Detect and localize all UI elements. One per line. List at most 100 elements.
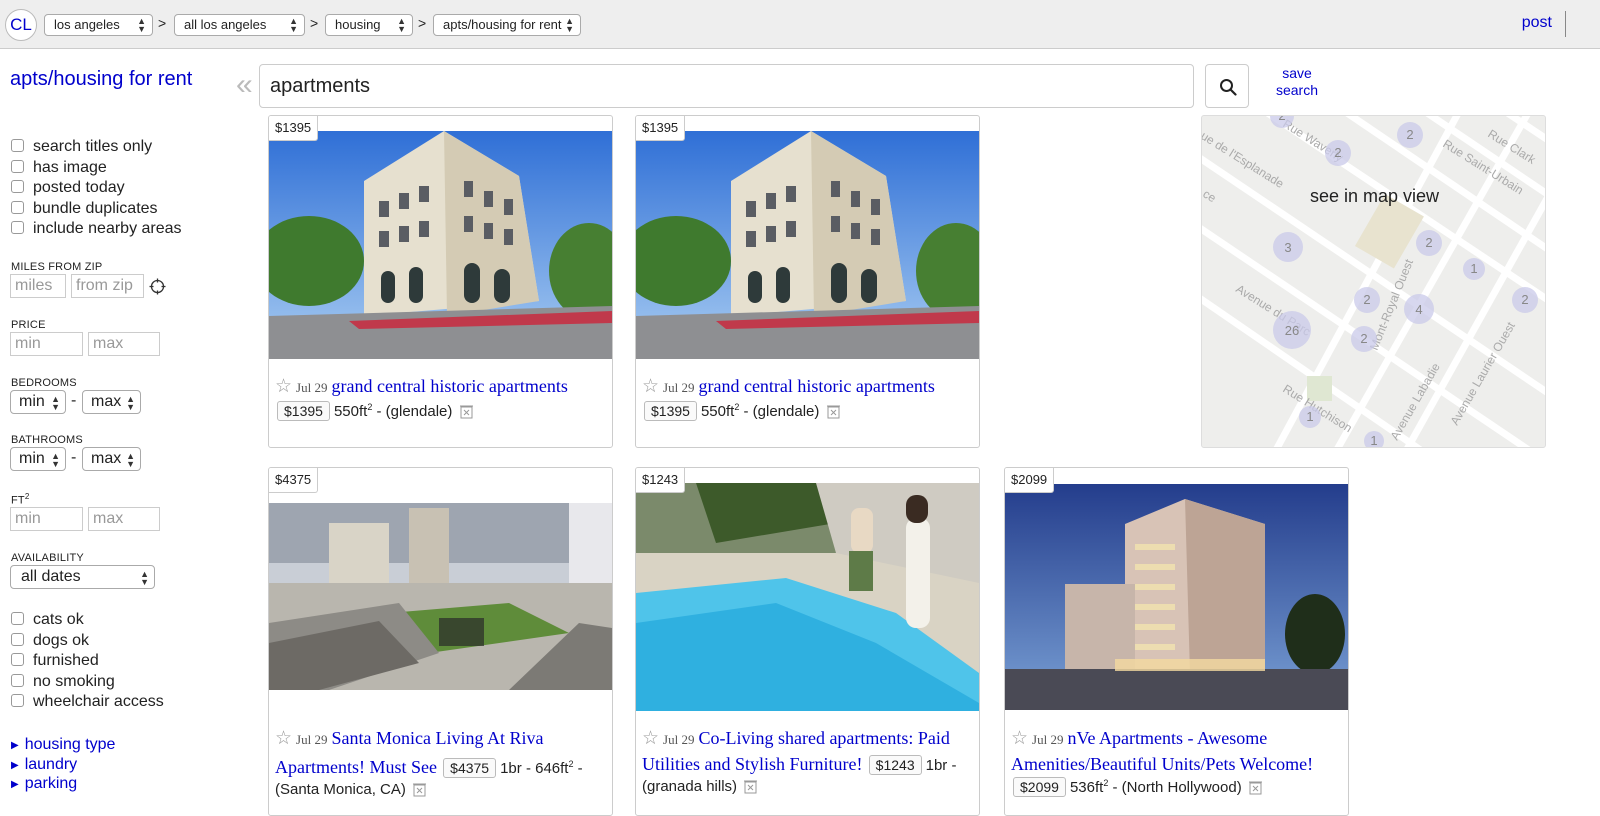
checkbox[interactable] bbox=[11, 180, 24, 193]
sqft-max-input[interactable]: max bbox=[88, 507, 160, 531]
star-icon[interactable]: ☆ bbox=[642, 727, 659, 749]
availability-select[interactable]: all dates ▲ ▼ bbox=[10, 565, 155, 589]
star-icon[interactable]: ☆ bbox=[275, 375, 292, 397]
bathrooms-min-select[interactable]: min ▲ ▼ bbox=[10, 447, 66, 471]
hide-listing-icon[interactable] bbox=[826, 404, 840, 419]
listing-title-line: ☆ Jul 29 grand central historic apartments bbox=[275, 374, 604, 400]
listing-meta-price: $4375 bbox=[443, 758, 497, 778]
collapse-sidebar-icon[interactable]: « bbox=[236, 70, 253, 100]
listing-info: ☆ Jul 29 Santa Monica Living At Riva Apart… bbox=[275, 726, 604, 798]
checkbox[interactable] bbox=[11, 160, 24, 173]
checkbox-include-nearby-areas[interactable]: include nearby areas bbox=[11, 219, 182, 239]
bedrooms-max-select[interactable]: max ▲ ▼ bbox=[82, 390, 141, 414]
see-in-map-view-link[interactable]: see in map view bbox=[1202, 186, 1545, 207]
result-card[interactable]: $2099 ☆ Jul 29 nVe Apartments - Awesome Am… bbox=[1004, 467, 1349, 816]
star-icon[interactable]: ☆ bbox=[642, 375, 659, 397]
listing-title-link[interactable]: grand central historic apartments bbox=[698, 376, 934, 396]
price-tag: $1395 bbox=[269, 116, 319, 141]
bedrooms-min-select[interactable]: min ▲ ▼ bbox=[10, 390, 66, 414]
price-max-input[interactable]: max bbox=[88, 332, 160, 356]
breadcrumb-select-section[interactable]: housing ▲ ▼ bbox=[325, 14, 413, 36]
updown-arrows-icon: ▲ ▼ bbox=[397, 16, 406, 34]
select-value: all dates bbox=[21, 568, 81, 585]
checkbox-has-image[interactable]: has image bbox=[11, 158, 107, 178]
expander-housing-type[interactable]: ▶ housing type bbox=[11, 735, 115, 755]
checkbox[interactable] bbox=[11, 612, 24, 625]
breadcrumb-select-category[interactable]: apts/housing for rent ▲ ▼ bbox=[433, 14, 581, 36]
checkbox[interactable] bbox=[11, 653, 24, 666]
checkbox[interactable] bbox=[11, 633, 24, 646]
hide-listing-icon[interactable] bbox=[744, 779, 758, 794]
updown-arrows-icon: ▲ ▼ bbox=[126, 451, 135, 469]
listing-photo[interactable] bbox=[1005, 484, 1348, 710]
listing-photo[interactable] bbox=[269, 131, 612, 359]
listing-location: - (glendale) bbox=[739, 403, 820, 420]
listing-date: Jul 29 bbox=[1032, 732, 1064, 747]
category-title[interactable]: apts/housing for rent bbox=[10, 67, 210, 92]
listing-location-line: (Santa Monica, CA) bbox=[275, 781, 604, 798]
price-min-input[interactable]: min bbox=[10, 332, 83, 356]
result-card[interactable]: $1395 ☆ Jul 29 grand central historic apar… bbox=[268, 115, 613, 448]
listing-photo[interactable] bbox=[636, 483, 979, 711]
star-icon[interactable]: ☆ bbox=[1011, 727, 1028, 749]
listing-photo[interactable] bbox=[269, 503, 612, 690]
expander-parking[interactable]: ▶ parking bbox=[11, 774, 77, 794]
checkbox[interactable] bbox=[11, 694, 24, 707]
hide-listing-icon[interactable] bbox=[1248, 780, 1262, 795]
search-input[interactable]: apartments bbox=[259, 64, 1194, 108]
checkbox-furnished[interactable]: furnished bbox=[11, 651, 99, 671]
save-search-link[interactable]: save search bbox=[1268, 65, 1326, 99]
map-cluster-count: 4 bbox=[1415, 302, 1422, 317]
checkbox[interactable] bbox=[11, 139, 24, 152]
map-cluster-count: 2 bbox=[1406, 127, 1413, 142]
checkbox-posted-today[interactable]: posted today bbox=[11, 178, 125, 198]
listing-title-line: ☆ Jul 29 Santa Monica Living At Riva Apart… bbox=[275, 726, 604, 781]
bedrooms-label: BEDROOMS bbox=[11, 377, 77, 389]
apartment-tower-photo-image bbox=[1005, 484, 1348, 710]
checkbox-cats-ok[interactable]: cats ok bbox=[11, 610, 84, 630]
updown-arrows-icon: ▲ ▼ bbox=[289, 16, 298, 34]
checkbox[interactable] bbox=[11, 221, 24, 234]
breadcrumb-separator: > bbox=[310, 15, 319, 31]
star-icon[interactable]: ☆ bbox=[275, 727, 292, 749]
expander-label: laundry bbox=[24, 756, 78, 773]
crosshair-icon[interactable] bbox=[149, 278, 166, 295]
checkbox-dogs-ok[interactable]: dogs ok bbox=[11, 631, 89, 651]
result-card[interactable]: $1395 ☆ Jul 29 grand central historic apar… bbox=[635, 115, 980, 448]
select-value: min bbox=[19, 450, 45, 467]
result-card[interactable]: $4375 ☆ Jul 29 Santa Monica Living At Riva… bbox=[268, 467, 613, 816]
expander-laundry[interactable]: ▶ laundry bbox=[11, 755, 77, 775]
checkbox-label: wheelchair access bbox=[33, 693, 164, 710]
listing-meta-price: $1243 bbox=[868, 755, 922, 775]
select-value: max bbox=[91, 450, 122, 467]
sqft-min-input[interactable]: min bbox=[10, 507, 83, 531]
search-button[interactable] bbox=[1205, 64, 1249, 108]
listing-title-link[interactable]: grand central historic apartments bbox=[331, 376, 567, 396]
listing-date: Jul 29 bbox=[296, 380, 328, 395]
map-preview[interactable]: Rue Clark Rue Saint-Urbain Rue Waverly u… bbox=[1201, 115, 1546, 448]
listing-photo[interactable] bbox=[636, 131, 979, 359]
checkbox-bundle-duplicates[interactable]: bundle duplicates bbox=[11, 199, 158, 219]
post-link[interactable]: post bbox=[1522, 14, 1552, 32]
bathrooms-max-select[interactable]: max ▲ ▼ bbox=[82, 447, 141, 471]
hide-listing-icon[interactable] bbox=[413, 782, 427, 797]
checkbox-search-titles-only[interactable]: search titles only bbox=[11, 137, 152, 157]
checkbox-no-smoking[interactable]: no smoking bbox=[11, 672, 115, 692]
sqft-label-text: FT bbox=[11, 494, 25, 507]
checkbox-label: has image bbox=[33, 159, 107, 176]
zip-input[interactable]: from zip bbox=[71, 274, 144, 298]
result-card[interactable]: $1243 ☆ Jul 29 Co-Living shared apartments… bbox=[635, 467, 980, 816]
price-tag: $1395 bbox=[636, 116, 686, 141]
checkbox[interactable] bbox=[11, 201, 24, 214]
sqft-label-sup: 2 bbox=[24, 492, 30, 501]
triangle-right-icon: ▶ bbox=[11, 740, 19, 751]
checkbox-label: posted today bbox=[33, 179, 125, 196]
updown-arrows-icon: ▲ ▼ bbox=[51, 451, 60, 469]
hide-listing-icon[interactable] bbox=[459, 404, 473, 419]
craigslist-logo[interactable]: CL bbox=[5, 9, 37, 41]
checkbox[interactable] bbox=[11, 674, 24, 687]
checkbox-wheelchair-access[interactable]: wheelchair access bbox=[11, 692, 164, 712]
miles-input[interactable]: miles bbox=[10, 274, 66, 298]
breadcrumb-select-area[interactable]: all los angeles ▲ ▼ bbox=[174, 14, 305, 36]
breadcrumb-select-city[interactable]: los angeles ▲ ▼ bbox=[44, 14, 153, 36]
